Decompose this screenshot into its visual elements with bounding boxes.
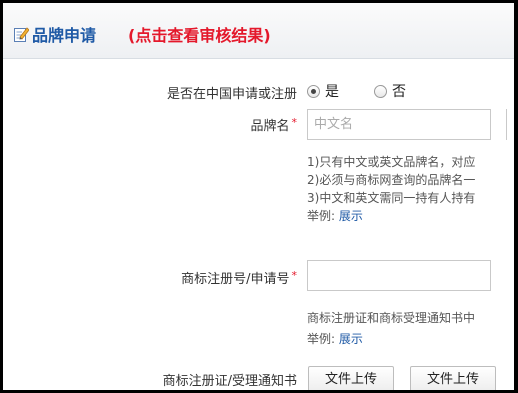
brand-name-example: 举例: 展示 — [307, 209, 363, 223]
panel-header: 品牌申请 (点击查看审核结果) — [3, 3, 514, 59]
registered-in-china-label: 是否在中国申请或注册 — [166, 87, 297, 102]
trademark-number-example-link[interactable]: 展示 — [339, 332, 363, 346]
required-mark: * — [291, 116, 298, 129]
trademark-number-input[interactable] — [307, 260, 491, 291]
view-review-result-link[interactable]: (点击查看审核结果) — [128, 22, 271, 46]
radio-no-label: 否 — [392, 84, 406, 100]
brand-application-panel: 品牌申请 (点击查看审核结果) 是否在中国申请或注册 是 否 品牌名* 1)只有… — [3, 3, 514, 390]
radio-yes[interactable] — [307, 85, 320, 98]
certificate-label: 商标注册证/受理通知书 — [162, 374, 297, 389]
brand-name-note-2: 2)必须与商标网查询的品牌名一 — [307, 173, 476, 187]
edit-icon — [14, 27, 29, 42]
upload-acceptance-notice-button[interactable]: 文件上传 — [410, 366, 496, 390]
upload-registration-certificate-button[interactable]: 文件上传 — [308, 366, 394, 390]
brand-name-note-3: 3)中文和英文需同一持有人持有 — [307, 191, 476, 205]
brand-name-english-input[interactable] — [506, 109, 514, 140]
radio-yes-label: 是 — [325, 84, 339, 100]
trademark-number-label: 商标注册号/申请号 * — [181, 269, 298, 287]
brand-name-example-link[interactable]: 展示 — [339, 209, 363, 223]
radio-no[interactable] — [374, 85, 387, 98]
brand-name-note-1: 1)只有中文或英文品牌名，对应 — [307, 155, 476, 169]
trademark-number-example: 举例: 展示 — [307, 332, 363, 346]
brand-name-chinese-input[interactable] — [307, 109, 491, 140]
trademark-number-note: 商标注册证和商标受理通知书中 — [307, 311, 476, 325]
required-mark: * — [291, 269, 298, 282]
page-title: 品牌申请 — [32, 26, 97, 45]
brand-name-label: 品牌名 * — [250, 116, 298, 134]
